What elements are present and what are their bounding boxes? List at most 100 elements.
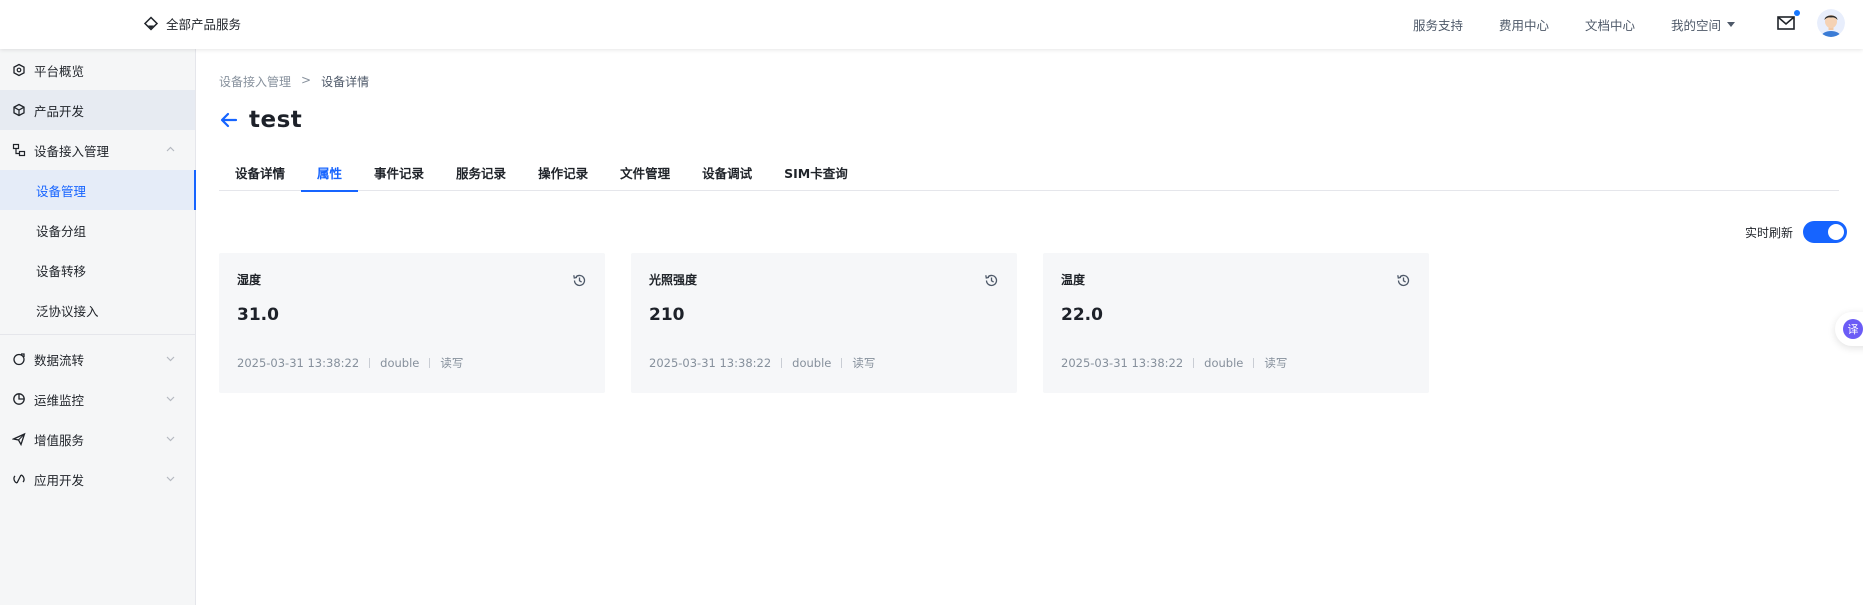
diamond-icon (143, 15, 159, 31)
device-tree-icon (12, 143, 26, 157)
property-card-humidity: 湿度 31.0 2025-03-31 13:38:22 double 读写 (219, 253, 605, 393)
chevron-down-icon (166, 356, 175, 362)
property-time: 2025-03-31 13:38:22 (1061, 356, 1184, 370)
property-type: double (1204, 356, 1244, 370)
sidebar-item-label: 设备分组 (36, 223, 87, 239)
meta-separator (841, 358, 843, 368)
main-content: 设备接入管理 > 设备详情 test 设备详情 属性 事件记录 服务记录 操作记… (197, 49, 1863, 605)
breadcrumb-parent-link[interactable]: 设备接入管理 (219, 73, 291, 90)
property-value: 31.0 (237, 305, 279, 325)
nav-label: 费用中心 (1498, 18, 1549, 33)
sidebar-item-label: 数据流转 (34, 352, 85, 368)
sidebar-item-product-dev[interactable]: 产品开发 (0, 90, 195, 130)
caret-down-icon (1727, 22, 1735, 27)
history-icon[interactable] (572, 273, 587, 288)
sidebar-item-label: 产品开发 (34, 103, 85, 119)
sidebar-item-device-management[interactable]: 设备管理 (0, 170, 196, 210)
sidebar-item-platform-overview[interactable]: 平台概览 (0, 50, 195, 90)
property-cards: 湿度 31.0 2025-03-31 13:38:22 double 读写 光照… (219, 253, 1429, 393)
sidebar-item-label: 设备管理 (36, 183, 87, 199)
all-products-menu[interactable]: 全部产品服务 (143, 14, 241, 33)
nav-my-space[interactable]: 我的空间 (1671, 15, 1735, 34)
history-icon[interactable] (984, 273, 999, 288)
tab-file-management[interactable]: 文件管理 (604, 161, 686, 191)
tab-device-debug[interactable]: 设备调试 (686, 161, 768, 191)
property-access: 读写 (440, 356, 464, 370)
tab-operation-records[interactable]: 操作记录 (522, 161, 604, 191)
property-value: 210 (649, 305, 685, 325)
mail-button[interactable] (1776, 10, 1800, 32)
chevron-down-icon (166, 396, 175, 402)
translate-float-button[interactable]: 译 (1835, 312, 1863, 346)
meta-separator (1253, 358, 1255, 368)
tab-event-records[interactable]: 事件记录 (358, 161, 440, 191)
property-card-light-intensity: 光照强度 210 2025-03-31 13:38:22 double 读写 (631, 253, 1017, 393)
title-row: test (219, 107, 302, 133)
pie-chart-icon (12, 392, 26, 406)
sidebar-item-generic-protocol[interactable]: 泛协议接入 (0, 290, 195, 330)
property-value: 22.0 (1061, 305, 1103, 325)
meta-separator (369, 358, 371, 368)
property-card-temperature: 温度 22.0 2025-03-31 13:38:22 double 读写 (1043, 253, 1429, 393)
sidebar-item-device-group[interactable]: 设备分组 (0, 210, 195, 250)
breadcrumb-current: 设备详情 (321, 75, 370, 89)
avatar[interactable] (1817, 9, 1845, 37)
property-type: double (380, 356, 420, 370)
nav-service-support[interactable]: 服务支持 (1413, 15, 1463, 34)
cube-outline-icon (12, 63, 26, 77)
send-icon (12, 432, 26, 446)
nav-billing-center[interactable]: 费用中心 (1499, 15, 1549, 34)
meta-separator (1193, 358, 1195, 368)
tab-service-records[interactable]: 服务记录 (440, 161, 522, 191)
history-icon[interactable] (1396, 273, 1411, 288)
box-icon (12, 103, 26, 117)
realtime-refresh-toggle[interactable] (1803, 221, 1847, 243)
realtime-refresh: 实时刷新 (1745, 221, 1847, 243)
back-arrow-icon[interactable] (219, 110, 239, 130)
sidebar-item-label: 泛协议接入 (36, 303, 99, 319)
property-name: 光照强度 (649, 273, 698, 287)
tab-sim-query[interactable]: SIM卡查询 (768, 161, 864, 191)
sidebar-item-label: 运维监控 (34, 392, 85, 408)
sidebar-item-app-dev[interactable]: 应用开发 (0, 459, 195, 499)
nav-docs-center[interactable]: 文档中心 (1585, 15, 1635, 34)
sidebar-item-label: 设备转移 (36, 263, 87, 279)
breadcrumb: 设备接入管理 > 设备详情 (219, 73, 369, 90)
app-dev-icon (12, 472, 26, 486)
chevron-down-icon (166, 436, 175, 442)
mail-icon (1777, 16, 1795, 30)
nav-label: 文档中心 (1584, 18, 1635, 33)
sidebar: 平台概览 产品开发 设备接入管理 设备管理 设备分组 设备转移 泛协议接入 数据… (0, 49, 196, 605)
sidebar-item-device-access[interactable]: 设备接入管理 (0, 130, 195, 170)
property-time: 2025-03-31 13:38:22 (649, 356, 772, 370)
page-title: test (249, 107, 303, 133)
sidebar-divider (0, 334, 195, 335)
property-time: 2025-03-31 13:38:22 (237, 356, 360, 370)
property-meta: 2025-03-31 13:38:22 double 读写 (1061, 355, 1287, 371)
top-bar: 全部产品服务 服务支持 费用中心 文档中心 我的空间 (0, 0, 1863, 49)
sidebar-item-label: 增值服务 (34, 432, 85, 448)
property-name: 温度 (1061, 273, 1086, 287)
chevron-up-icon (166, 146, 175, 152)
meta-separator (429, 358, 431, 368)
user-avatar-icon (1817, 9, 1845, 37)
property-meta: 2025-03-31 13:38:22 double 读写 (237, 355, 463, 371)
sidebar-item-data-flow[interactable]: 数据流转 (0, 339, 195, 379)
breadcrumb-separator: > (301, 73, 312, 87)
translate-icon: 译 (1843, 319, 1863, 339)
data-flow-icon (12, 352, 26, 366)
sidebar-item-label: 应用开发 (34, 472, 85, 488)
tab-device-details[interactable]: 设备详情 (219, 161, 301, 191)
property-type: double (792, 356, 832, 370)
property-name: 湿度 (237, 273, 262, 287)
notification-dot (1794, 10, 1800, 16)
top-nav: 服务支持 费用中心 文档中心 我的空间 (1413, 15, 1735, 34)
tab-bar: 设备详情 属性 事件记录 服务记录 操作记录 文件管理 设备调试 SIM卡查询 (219, 161, 1839, 192)
property-access: 读写 (1264, 356, 1288, 370)
sidebar-item-ops-monitor[interactable]: 运维监控 (0, 379, 195, 419)
sidebar-item-value-added[interactable]: 增值服务 (0, 419, 195, 459)
realtime-refresh-label: 实时刷新 (1744, 225, 1793, 240)
sidebar-item-device-transfer[interactable]: 设备转移 (0, 250, 195, 290)
property-meta: 2025-03-31 13:38:22 double 读写 (649, 355, 875, 371)
tab-properties[interactable]: 属性 (301, 161, 359, 192)
